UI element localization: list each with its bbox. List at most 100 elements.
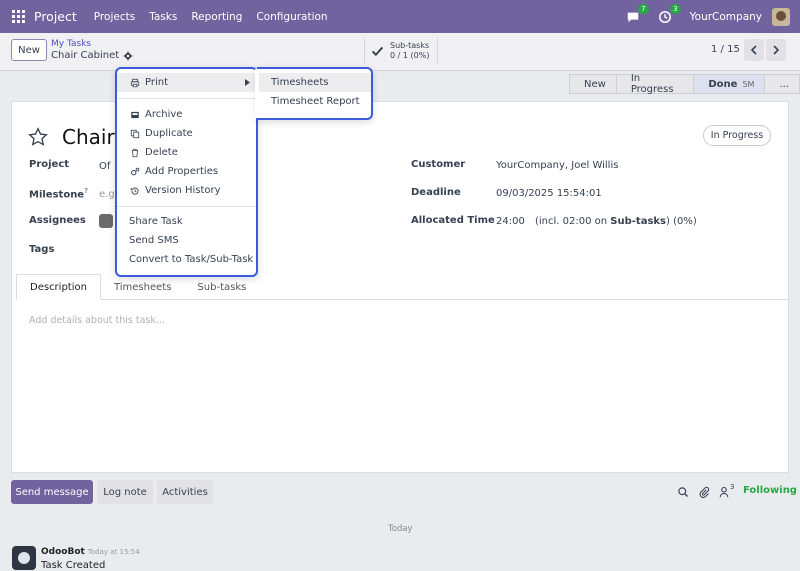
form-tabs: Description Timesheets Sub-tasks bbox=[16, 274, 789, 300]
deadline-value[interactable]: 09/03/2025 15:54:01 bbox=[496, 188, 602, 199]
menu-print[interactable]: Print bbox=[117, 73, 256, 92]
record-name: Chair Cabinet bbox=[51, 50, 120, 61]
subtasks-link[interactable]: Sub-tasks bbox=[610, 216, 666, 227]
archive-icon bbox=[131, 111, 139, 118]
menu-send-sms[interactable]: Send SMS bbox=[117, 231, 256, 250]
message-body: Task Created bbox=[41, 560, 106, 571]
menu-add-properties-label: Add Properties bbox=[145, 166, 219, 177]
menu-tasks[interactable]: Tasks bbox=[149, 11, 177, 23]
stage-new-label: New bbox=[584, 78, 606, 90]
stage-more-label: ... bbox=[779, 78, 789, 90]
messages-count-badge: 7 bbox=[638, 3, 649, 14]
pager-value[interactable]: 1 / 15 bbox=[711, 44, 740, 55]
submenu-timesheet-report-label: Timesheet Report bbox=[271, 96, 360, 107]
stage-in-progress-label: In Progress bbox=[630, 73, 674, 95]
project-value[interactable]: Of bbox=[99, 161, 110, 172]
deadline-label: Deadline bbox=[411, 187, 461, 198]
submenu-timesheets[interactable]: Timesheets bbox=[259, 73, 371, 92]
date-separator: Today bbox=[388, 524, 413, 534]
top-navbar: Project Projects Tasks Reporting Configu… bbox=[0, 0, 800, 33]
tab-timesheets[interactable]: Timesheets bbox=[101, 274, 184, 300]
star-icon[interactable] bbox=[28, 127, 48, 147]
stage-done[interactable]: Done 5M bbox=[693, 74, 766, 94]
message-author: OdooBot Today at 15:54 bbox=[41, 547, 140, 557]
activities-count-badge: 3 bbox=[670, 3, 681, 14]
history-icon bbox=[130, 187, 139, 195]
customer-value[interactable]: YourCompany, Joel Willis bbox=[496, 160, 618, 171]
stage-done-label: Done bbox=[708, 78, 738, 90]
main-menu: Projects Tasks Reporting Configuration bbox=[94, 11, 342, 23]
task-title-row: Chair bbox=[28, 125, 115, 149]
search-icon[interactable] bbox=[677, 486, 689, 498]
description-editor[interactable]: Add details about this task... bbox=[29, 315, 165, 326]
new-button[interactable]: New bbox=[11, 39, 47, 61]
app-name[interactable]: Project bbox=[34, 9, 77, 24]
send-message-button[interactable]: Send message bbox=[11, 480, 93, 504]
stage-new[interactable]: New bbox=[569, 74, 617, 94]
menu-share-task-label: Share Task bbox=[129, 216, 183, 227]
menu-version-history-label: Version History bbox=[145, 185, 221, 196]
check-icon bbox=[371, 46, 384, 56]
menu-duplicate[interactable]: Duplicate bbox=[117, 124, 256, 143]
tags-label: Tags bbox=[29, 244, 55, 255]
chevron-right-icon bbox=[773, 45, 780, 55]
menu-send-sms-label: Send SMS bbox=[129, 235, 179, 246]
assignee-avatar[interactable] bbox=[99, 214, 113, 228]
caret-right-icon bbox=[245, 79, 250, 86]
menu-delete[interactable]: Delete bbox=[117, 143, 256, 162]
subtasks-label: Sub-tasks bbox=[390, 41, 430, 50]
submenu-timesheet-report[interactable]: Timesheet Report bbox=[259, 92, 371, 111]
control-panel: New My Tasks Chair Cabinet Sub-tasks 0 /… bbox=[0, 33, 800, 71]
cogs-icon bbox=[131, 167, 140, 175]
task-title[interactable]: Chair bbox=[62, 125, 115, 149]
activities-clock-icon[interactable]: 3 bbox=[658, 3, 681, 24]
followers-icon[interactable] bbox=[718, 486, 730, 498]
breadcrumb-my-tasks[interactable]: My Tasks bbox=[51, 39, 91, 49]
company-switcher[interactable]: YourCompany bbox=[690, 11, 762, 23]
allocated-time-value[interactable]: 24:00 bbox=[496, 216, 525, 227]
stage-statusbar: New In Progress Done 5M ... bbox=[569, 73, 800, 95]
gear-icon[interactable] bbox=[123, 51, 133, 61]
menu-add-properties[interactable]: Add Properties bbox=[117, 162, 256, 181]
chatter-toolbar: Send message Log note Activities 3 Follo… bbox=[11, 480, 797, 504]
subtasks-smart-button[interactable]: Sub-tasks 0 / 1 (0%) bbox=[364, 38, 438, 64]
menu-reporting[interactable]: Reporting bbox=[191, 11, 242, 23]
pager-next-button[interactable] bbox=[766, 39, 786, 61]
message-time: Today at 15:54 bbox=[87, 548, 140, 556]
breadcrumb-current: Chair Cabinet bbox=[51, 50, 133, 61]
followers-count: 3 bbox=[730, 483, 735, 491]
pager-previous-button[interactable] bbox=[744, 39, 764, 61]
tab-subtasks[interactable]: Sub-tasks bbox=[184, 274, 259, 300]
menu-share-task[interactable]: Share Task bbox=[117, 212, 256, 231]
copy-icon bbox=[130, 129, 140, 138]
trash-icon bbox=[131, 148, 139, 157]
chevron-left-icon bbox=[750, 45, 757, 55]
user-avatar[interactable] bbox=[772, 7, 790, 26]
app-grid-icon[interactable] bbox=[12, 10, 25, 23]
menu-seam bbox=[255, 69, 259, 118]
menu-version-history[interactable]: Version History bbox=[117, 181, 256, 200]
print-submenu: Timesheets Timesheet Report bbox=[257, 67, 373, 120]
menu-divider bbox=[117, 206, 256, 207]
menu-projects[interactable]: Projects bbox=[94, 11, 135, 23]
stage-in-progress[interactable]: In Progress bbox=[615, 73, 695, 95]
log-note-button[interactable]: Log note bbox=[97, 480, 153, 504]
state-badge[interactable]: In Progress bbox=[703, 125, 771, 146]
menu-convert[interactable]: Convert to Task/Sub-Task bbox=[117, 250, 256, 269]
menu-configuration[interactable]: Configuration bbox=[256, 11, 327, 23]
activities-button[interactable]: Activities bbox=[157, 480, 213, 504]
paperclip-icon[interactable] bbox=[698, 486, 710, 498]
submenu-timesheets-label: Timesheets bbox=[271, 77, 329, 88]
menu-archive-label: Archive bbox=[145, 109, 183, 120]
following-button[interactable]: Following bbox=[743, 485, 797, 496]
project-label: Project bbox=[29, 159, 70, 170]
menu-print-label: Print bbox=[145, 77, 169, 88]
messages-icon[interactable]: 7 bbox=[626, 3, 649, 24]
assignees-label: Assignees bbox=[29, 215, 86, 226]
menu-archive[interactable]: Archive bbox=[117, 105, 256, 124]
message-author-avatar[interactable] bbox=[12, 546, 36, 570]
menu-delete-label: Delete bbox=[145, 147, 178, 158]
stage-done-duration: 5M bbox=[742, 79, 755, 89]
tab-description[interactable]: Description bbox=[16, 274, 101, 300]
stage-more[interactable]: ... bbox=[764, 74, 800, 94]
